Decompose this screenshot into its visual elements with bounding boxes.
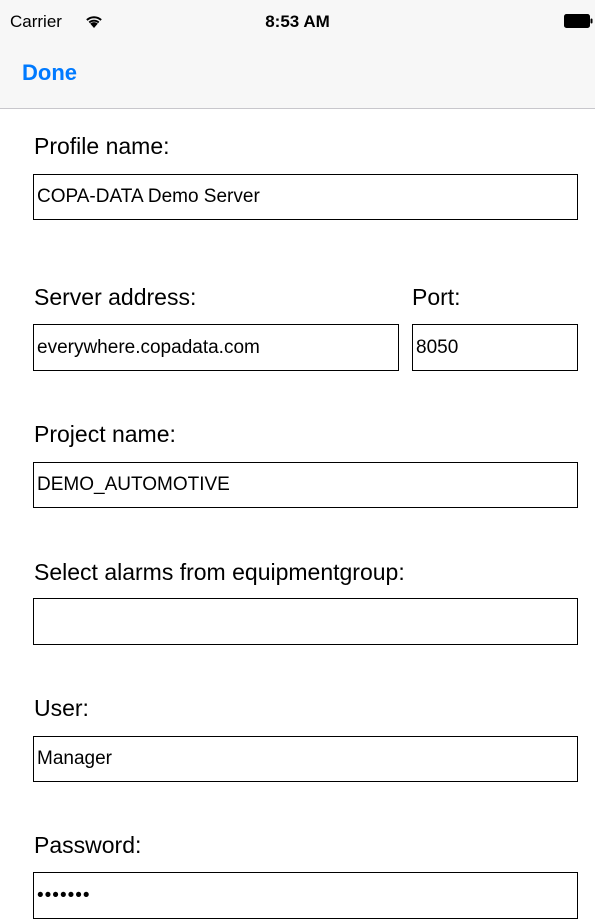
project-name-field[interactable] — [33, 462, 578, 508]
done-button[interactable]: Done — [22, 60, 77, 86]
password-field[interactable] — [33, 872, 578, 919]
equipment-group-field[interactable] — [33, 598, 578, 645]
status-bar: Carrier 8:53 AM — [0, 0, 595, 40]
battery-full-icon — [564, 14, 594, 28]
password-label: Password: — [34, 832, 142, 858]
server-address-field[interactable] — [33, 324, 399, 371]
port-label: Port: — [412, 284, 461, 310]
user-label: User: — [34, 695, 89, 721]
project-name-label: Project name: — [34, 421, 176, 447]
port-field[interactable] — [412, 324, 578, 371]
status-time: 8:53 AM — [265, 12, 330, 31]
profile-name-field[interactable] — [33, 174, 578, 220]
user-field[interactable] — [33, 736, 578, 782]
profile-name-label: Profile name: — [34, 133, 170, 159]
navigation-bar: Done — [0, 40, 595, 109]
equipment-group-label: Select alarms from equipmentgroup: — [34, 559, 405, 585]
server-address-label: Server address: — [34, 284, 197, 310]
